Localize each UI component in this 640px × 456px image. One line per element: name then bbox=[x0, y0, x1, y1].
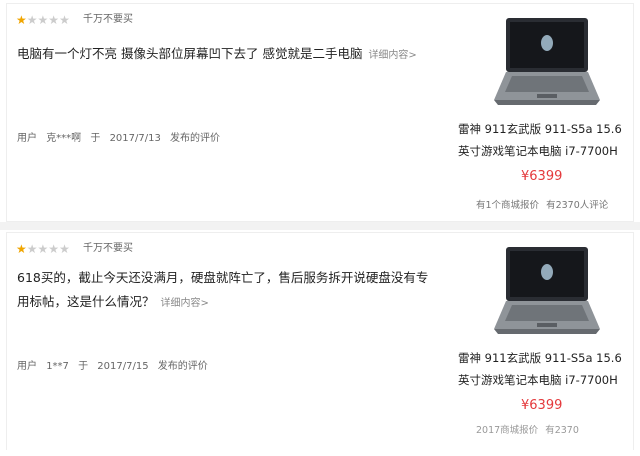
laptop-image[interactable] bbox=[492, 245, 602, 337]
review-card: ★ ★ ★ ★ ★ 千万不要买 电脑有一个灯不亮 摄像头部位屏幕凹下去了 感觉就… bbox=[6, 3, 634, 222]
star-icon: ★ bbox=[37, 242, 49, 256]
product-price: ¥6399 bbox=[521, 398, 563, 413]
posted-label: 发布的评价 bbox=[157, 361, 208, 372]
review-card: ★ ★ ★ ★ ★ 千万不要买 618买的，截止今天还没满月，硬盘就阵亡了，售后… bbox=[6, 232, 634, 450]
product-stats: 2017商城报价 有2370 bbox=[476, 422, 583, 436]
rating-text: 千万不要买 bbox=[83, 14, 133, 25]
review-date: 2017/7/15 bbox=[97, 361, 149, 372]
star-rating: ★ ★ ★ ★ ★ bbox=[16, 14, 70, 26]
star-icon: ★ bbox=[48, 13, 60, 27]
star-icon: ★ bbox=[26, 13, 38, 27]
star-icon: ★ bbox=[37, 13, 49, 27]
mall-offers-link[interactable]: 2017商城报价 bbox=[476, 425, 538, 436]
rating-text: 千万不要买 bbox=[83, 243, 133, 254]
product-name-line: 雷神 911玄武版 911-S5a 15.6 bbox=[458, 122, 622, 136]
star-icon: ★ bbox=[26, 242, 38, 256]
meta-at: 于 bbox=[90, 133, 101, 144]
review-count-link[interactable]: 有2370人评论 bbox=[546, 200, 608, 211]
laptop-image[interactable] bbox=[492, 16, 602, 108]
review-text: 电脑有一个灯不亮 摄像头部位屏幕凹下去了 感觉就是二手电脑 详细内容> bbox=[17, 42, 437, 68]
product-price: ¥6399 bbox=[521, 169, 563, 184]
product-name[interactable]: 雷神 911玄武版 911-S5a 15.6 英寸游戏笔记本电脑 i7-7700… bbox=[458, 347, 628, 391]
detail-link[interactable]: 详细内容> bbox=[161, 298, 209, 309]
product-name[interactable]: 雷神 911玄武版 911-S5a 15.6 英寸游戏笔记本电脑 i7-7700… bbox=[458, 118, 628, 162]
star-icon: ★ bbox=[59, 242, 70, 256]
star-rating: ★ ★ ★ ★ ★ bbox=[16, 243, 70, 255]
star-icon: ★ bbox=[48, 242, 60, 256]
product-name-line: 英寸游戏笔记本电脑 i7-7700H bbox=[458, 144, 618, 158]
card-separator bbox=[0, 222, 640, 230]
user-name[interactable]: 1**7 bbox=[46, 361, 69, 372]
review-content: 电脑有一个灯不亮 摄像头部位屏幕凹下去了 感觉就是二手电脑 bbox=[17, 46, 363, 61]
posted-label: 发布的评价 bbox=[170, 133, 221, 144]
review-meta: 用户 1**7 于 2017/7/15 发布的评价 bbox=[17, 357, 214, 372]
user-name[interactable]: 克***啊 bbox=[46, 133, 81, 144]
review-content: 618买的，截止今天还没满月，硬盘就阵亡了，售后服务拆开说硬盘没有专用标帖，这是… bbox=[17, 270, 429, 309]
meta-at: 于 bbox=[78, 361, 89, 372]
review-text: 618买的，截止今天还没满月，硬盘就阵亡了，售后服务拆开说硬盘没有专用标帖，这是… bbox=[17, 266, 437, 316]
user-prefix: 用户 bbox=[17, 361, 37, 372]
detail-link[interactable]: 详细内容> bbox=[368, 50, 416, 61]
user-prefix: 用户 bbox=[17, 133, 37, 144]
star-icon: ★ bbox=[16, 242, 27, 256]
star-icon: ★ bbox=[59, 13, 70, 27]
product-name-line: 雷神 911玄武版 911-S5a 15.6 bbox=[458, 351, 622, 365]
product-stats: 有1个商城报价 有2370人评论 bbox=[476, 197, 612, 211]
review-date: 2017/7/13 bbox=[109, 133, 161, 144]
mall-offers-link[interactable]: 有1个商城报价 bbox=[476, 200, 539, 211]
star-icon: ★ bbox=[16, 13, 27, 27]
review-meta: 用户 克***啊 于 2017/7/13 发布的评价 bbox=[17, 129, 226, 144]
review-count-link[interactable]: 有2370 bbox=[545, 425, 579, 436]
product-name-line: 英寸游戏笔记本电脑 i7-7700H bbox=[458, 373, 618, 387]
